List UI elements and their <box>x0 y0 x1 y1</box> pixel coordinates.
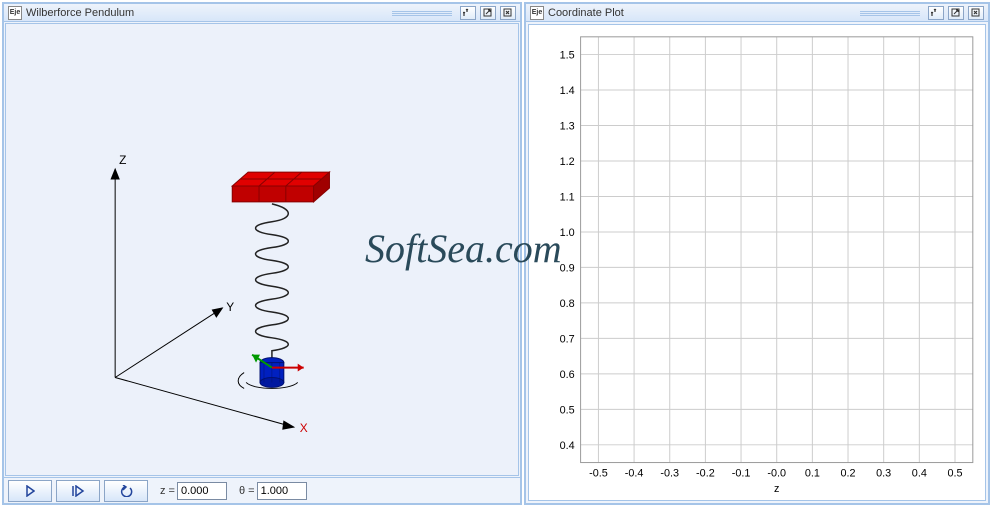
minimize-button[interactable] <box>460 6 476 20</box>
theta-label: θ = <box>239 485 255 497</box>
play-button[interactable] <box>8 480 52 502</box>
svg-text:0.2: 0.2 <box>840 467 855 479</box>
pendulum-window: Eje Wilberforce Pendulum <box>2 2 522 505</box>
plot-titlebar[interactable]: Eje Coordinate Plot <box>526 4 988 22</box>
close-button[interactable] <box>500 6 516 20</box>
pendulum-3d-viewport[interactable]: Z Y X <box>5 23 519 476</box>
reset-button[interactable] <box>104 480 148 502</box>
theta-input[interactable] <box>257 482 307 500</box>
minimize-button[interactable] <box>928 6 944 20</box>
svg-text:0.7: 0.7 <box>560 333 575 345</box>
axis-label-x: X <box>300 421 308 435</box>
theta-field-group: θ = <box>239 482 307 500</box>
maximize-button[interactable] <box>948 6 964 20</box>
close-button[interactable] <box>968 6 984 20</box>
svg-text:0.6: 0.6 <box>560 369 575 381</box>
svg-text:0.5: 0.5 <box>560 404 575 416</box>
svg-text:-0.5: -0.5 <box>589 467 608 479</box>
pendulum-spring <box>256 204 289 361</box>
svg-text:1.4: 1.4 <box>560 85 575 97</box>
z-input[interactable] <box>177 482 227 500</box>
drag-handle[interactable] <box>860 10 920 16</box>
svg-text:0.9: 0.9 <box>560 262 575 274</box>
svg-text:1.0: 1.0 <box>560 227 575 239</box>
coordinate-plot-canvas[interactable]: -0.5 -0.4 -0.3 -0.2 -0.1 -0.0 0.1 0.2 0.3 0.4 0.5 0… <box>528 24 986 501</box>
svg-text:-0.2: -0.2 <box>696 467 715 479</box>
svg-text:z: z <box>774 483 779 495</box>
svg-text:0.4: 0.4 <box>912 467 927 479</box>
axis-label-y: Y <box>226 300 234 314</box>
pendulum-toolbar: z = θ = <box>4 477 520 503</box>
window-title: Coordinate Plot <box>548 7 856 19</box>
svg-text:-0.4: -0.4 <box>625 467 644 479</box>
pendulum-top-mass <box>232 172 329 202</box>
svg-text:-0.0: -0.0 <box>767 467 786 479</box>
step-button[interactable] <box>56 480 100 502</box>
svg-text:1.3: 1.3 <box>560 120 575 132</box>
maximize-button[interactable] <box>480 6 496 20</box>
svg-text:-0.3: -0.3 <box>660 467 679 479</box>
svg-text:0.3: 0.3 <box>876 467 891 479</box>
svg-text:1.2: 1.2 <box>560 156 575 168</box>
svg-text:1.5: 1.5 <box>560 50 575 62</box>
svg-text:0.8: 0.8 <box>560 298 575 310</box>
axis-label-z: Z <box>119 153 126 167</box>
app-icon: Eje <box>8 6 22 20</box>
svg-text:0.5: 0.5 <box>947 467 962 479</box>
app-icon: Eje <box>530 6 544 20</box>
svg-text:0.4: 0.4 <box>560 440 575 452</box>
drag-handle[interactable] <box>392 10 452 16</box>
z-label: z = <box>160 485 175 497</box>
svg-text:0.1: 0.1 <box>805 467 820 479</box>
window-title: Wilberforce Pendulum <box>26 7 388 19</box>
z-field-group: z = <box>160 482 227 500</box>
pendulum-titlebar[interactable]: Eje Wilberforce Pendulum <box>4 4 520 22</box>
svg-text:-0.1: -0.1 <box>732 467 751 479</box>
plot-window: Eje Coordinate Plot -0.5 -0.4 -0.3 -0.2 -0.1… <box>524 2 990 505</box>
svg-text:1.1: 1.1 <box>560 191 575 203</box>
